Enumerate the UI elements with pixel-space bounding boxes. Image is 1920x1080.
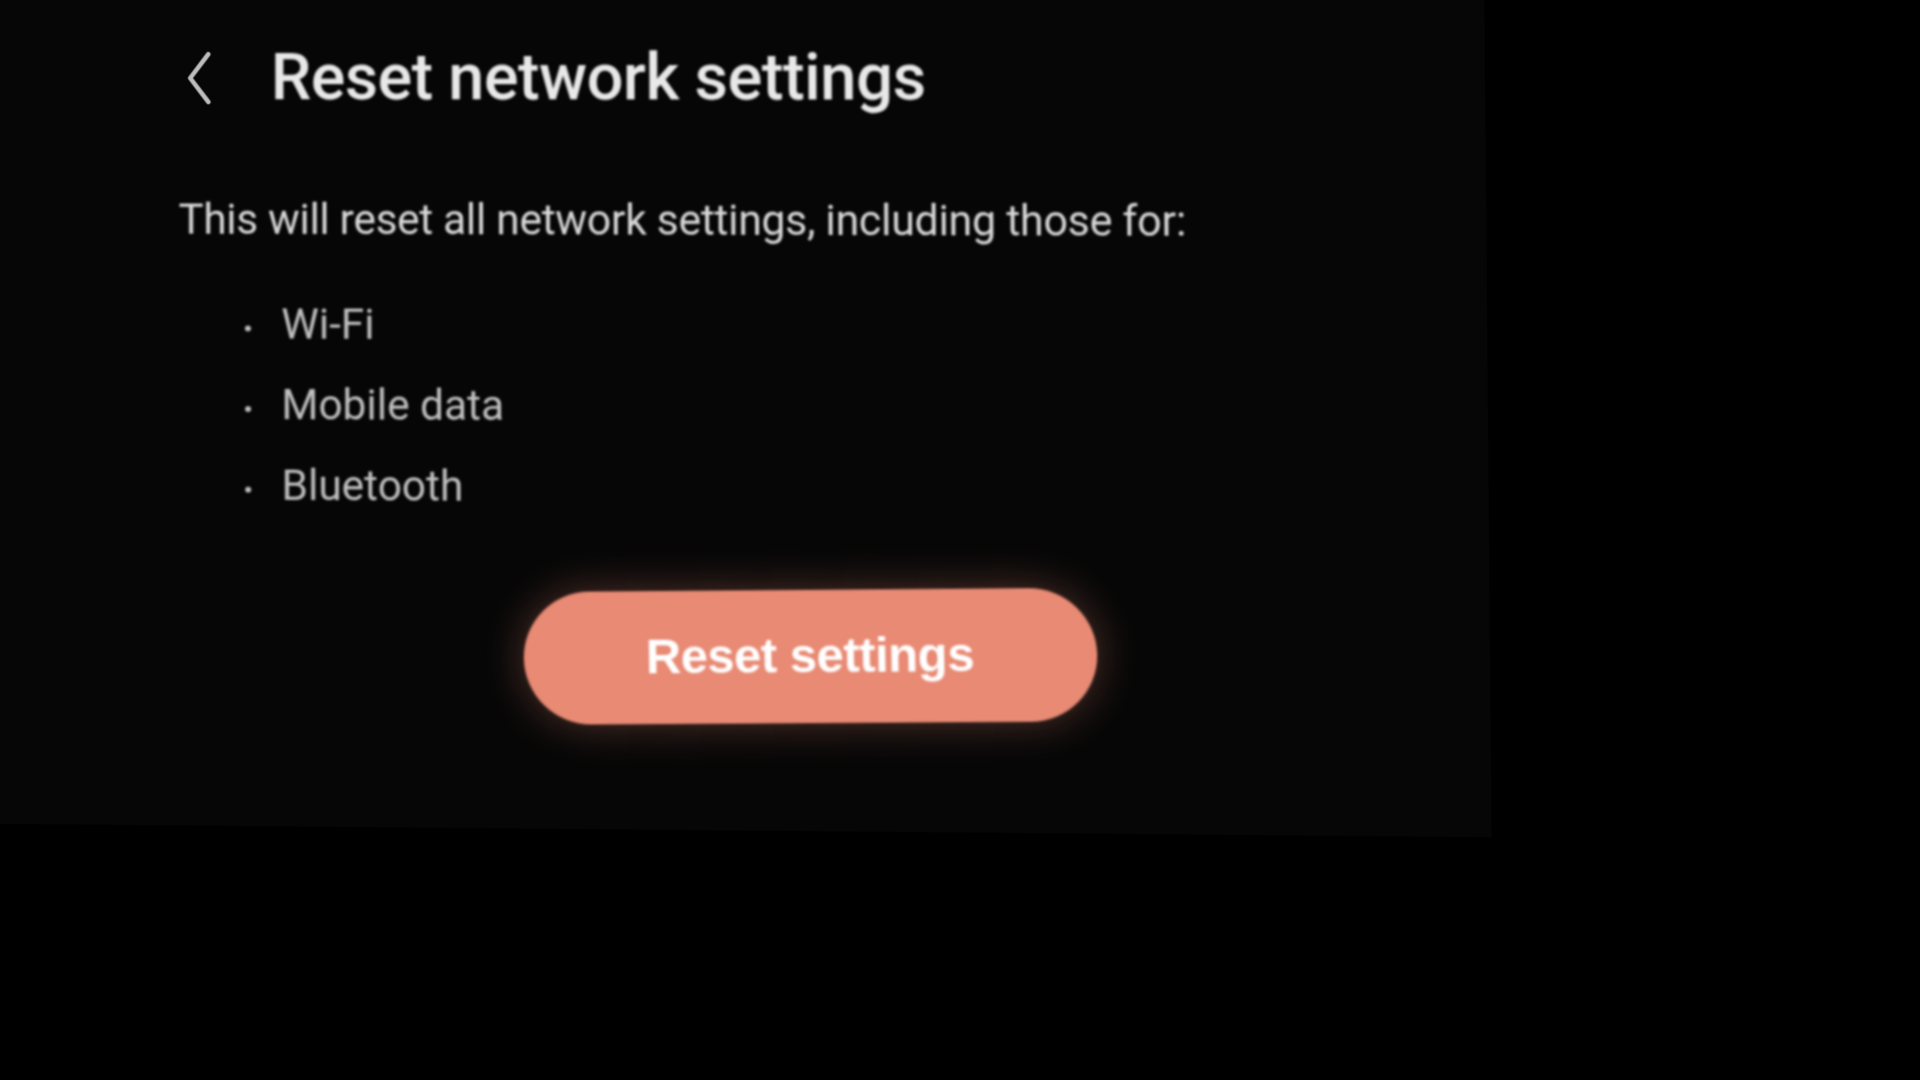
- list-item: Mobile data: [241, 365, 1488, 451]
- back-icon[interactable]: [180, 47, 220, 107]
- reset-items-list: Wi-Fi Mobile data Bluetooth: [0, 244, 1489, 533]
- page-title: Reset network settings: [271, 40, 926, 116]
- list-item: Bluetooth: [241, 446, 1489, 533]
- description-text: This will reset all network settings, in…: [0, 115, 1486, 248]
- button-container: Reset settings: [0, 585, 1491, 729]
- reset-settings-button[interactable]: Reset settings: [523, 588, 1099, 725]
- header: Reset network settings: [0, 0, 1485, 116]
- settings-screen: Reset network settings This will reset a…: [0, 0, 1492, 837]
- list-item: Wi-Fi: [241, 285, 1488, 370]
